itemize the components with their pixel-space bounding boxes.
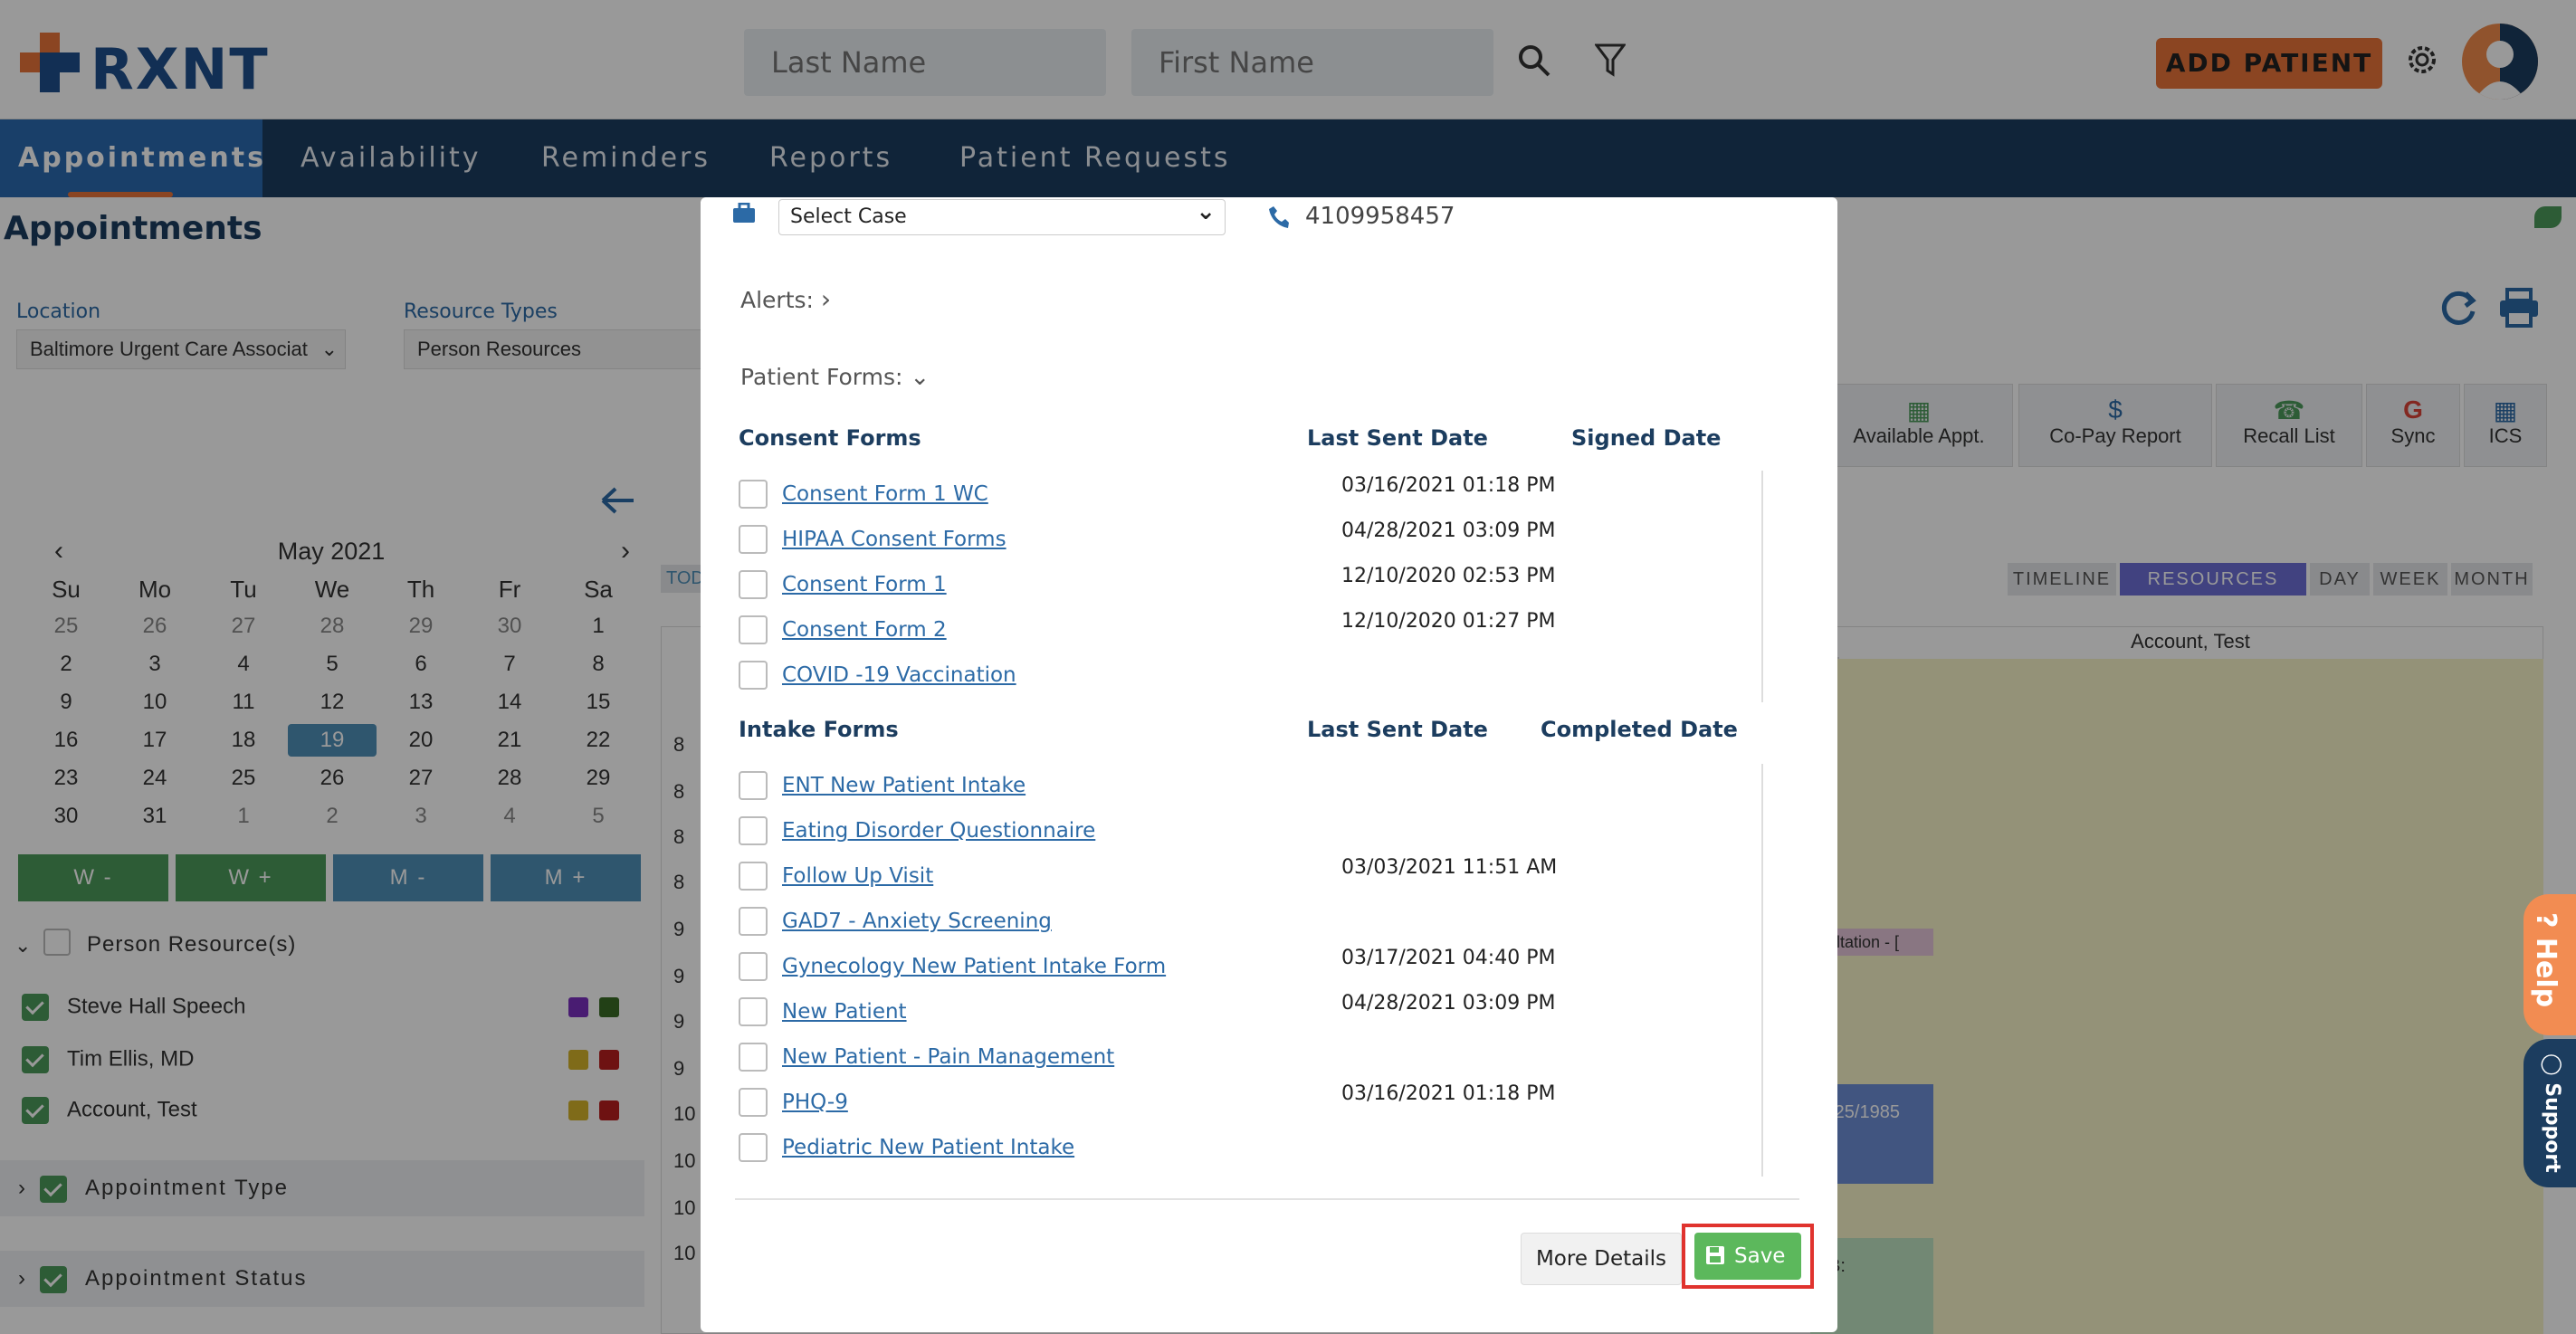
last-sent-date: 04/28/2021 03:09 PM (1341, 992, 1556, 1015)
intake-last-sent-heading: Last Sent Date (1307, 717, 1488, 742)
form-row: Eating Disorder Questionnaire (739, 816, 1825, 847)
form-link[interactable]: COVID -19 Vaccination (782, 663, 1016, 687)
form-link[interactable]: GAD7 - Anxiety Screening (782, 910, 1052, 933)
last-sent-date: 03/17/2021 04:40 PM (1341, 947, 1556, 969)
alerts-toggle[interactable]: Alerts: › (740, 284, 831, 314)
save-button[interactable]: Save (1694, 1233, 1801, 1280)
form-link[interactable]: Consent Form 2 (782, 618, 947, 642)
form-row: New Patient 04/28/2021 03:09 PM (739, 992, 1825, 1028)
completed-date-heading: Completed Date (1541, 717, 1738, 742)
form-checkbox[interactable] (739, 771, 768, 800)
help-tab[interactable]: ? Help (2524, 894, 2576, 1035)
form-link[interactable]: Pediatric New Patient Intake (782, 1136, 1074, 1159)
phone-number: 4109958457 (1305, 203, 1455, 230)
form-link[interactable]: Follow Up Visit (782, 864, 933, 888)
last-sent-date: 03/16/2021 01:18 PM (1341, 1082, 1556, 1105)
patient-forms-modal: Select Case ⌄ 4109958457 Alerts: › Patie… (701, 197, 1837, 1332)
form-checkbox[interactable] (739, 907, 768, 936)
form-checkbox[interactable] (739, 570, 768, 599)
signed-date-heading: Signed Date (1571, 425, 1722, 451)
form-row: New Patient - Pain Management (739, 1043, 1825, 1073)
help-icon: ? (2530, 912, 2562, 929)
save-label: Save (1734, 1244, 1786, 1268)
chevron-down-icon: ⌄ (910, 364, 930, 391)
form-row: HIPAA Consent Forms 04/28/2021 03:09 PM (739, 519, 1825, 556)
form-checkbox[interactable] (739, 952, 768, 981)
form-row: Pediatric New Patient Intake (739, 1133, 1825, 1164)
alerts-label: Alerts: (740, 287, 814, 313)
form-link[interactable]: Eating Disorder Questionnaire (782, 819, 1095, 843)
last-sent-date: 12/10/2020 01:27 PM (1341, 610, 1556, 633)
last-sent-date: 12/10/2020 02:53 PM (1341, 565, 1556, 587)
form-link[interactable]: New Patient (782, 1000, 907, 1024)
last-sent-date: 03/16/2021 01:18 PM (1341, 474, 1556, 497)
form-checkbox[interactable] (739, 661, 768, 690)
form-checkbox[interactable] (739, 480, 768, 509)
form-link[interactable]: PHQ-9 (782, 1091, 848, 1114)
briefcase-icon (733, 203, 755, 223)
form-link[interactable]: New Patient - Pain Management (782, 1045, 1114, 1069)
form-row: Gynecology New Patient Intake Form 03/17/… (739, 947, 1825, 983)
form-row: Follow Up Visit 03/03/2021 11:51 AM (739, 856, 1825, 892)
form-checkbox[interactable] (739, 615, 768, 644)
form-row: Consent Form 1 12/10/2020 02:53 PM (739, 565, 1825, 601)
form-link[interactable]: Gynecology New Patient Intake Form (782, 955, 1166, 978)
chevron-right-icon: › (820, 284, 832, 314)
intake-forms-heading: Intake Forms (739, 717, 899, 742)
form-link[interactable]: ENT New Patient Intake (782, 774, 1026, 797)
form-row: Consent Form 2 12/10/2020 01:27 PM (739, 610, 1825, 646)
form-checkbox[interactable] (739, 862, 768, 891)
form-checkbox[interactable] (739, 525, 768, 554)
support-tab[interactable]: ◯ Support (2524, 1039, 2576, 1187)
support-label: Support (2541, 1082, 2563, 1173)
last-sent-date: 03/03/2021 11:51 AM (1341, 856, 1558, 879)
chevron-down-icon: ⌄ (1196, 198, 1216, 225)
case-select-value: Select Case (790, 205, 907, 228)
form-checkbox[interactable] (739, 1088, 768, 1117)
patient-forms-label: Patient Forms: (740, 364, 903, 390)
chat-bubble-icon: ◯ (2541, 1053, 2563, 1076)
form-checkbox[interactable] (739, 997, 768, 1026)
form-checkbox[interactable] (739, 1133, 768, 1162)
form-row: GAD7 - Anxiety Screening (739, 907, 1825, 938)
form-row: ENT New Patient Intake (739, 771, 1825, 802)
form-row: Consent Form 1 WC 03/16/2021 01:18 PM (739, 474, 1825, 510)
more-details-button[interactable]: More Details (1521, 1233, 1682, 1285)
form-link[interactable]: HIPAA Consent Forms (782, 528, 1007, 551)
phone-icon (1269, 206, 1289, 228)
form-link[interactable]: Consent Form 1 (782, 573, 947, 596)
consent-last-sent-heading: Last Sent Date (1307, 425, 1488, 451)
floppy-disk-icon (1706, 1246, 1724, 1264)
case-select[interactable]: Select Case ⌄ (778, 198, 1226, 235)
form-row: PHQ-9 03/16/2021 01:18 PM (739, 1082, 1825, 1119)
form-checkbox[interactable] (739, 1043, 768, 1072)
footer-divider (735, 1198, 1799, 1200)
form-checkbox[interactable] (739, 816, 768, 845)
form-row: COVID -19 Vaccination (739, 661, 1825, 691)
help-label: Help (2530, 937, 2562, 1008)
patient-forms-toggle[interactable]: Patient Forms: ⌄ (740, 364, 930, 391)
form-link[interactable]: Consent Form 1 WC (782, 482, 988, 506)
last-sent-date: 04/28/2021 03:09 PM (1341, 519, 1556, 542)
consent-forms-heading: Consent Forms (739, 425, 921, 451)
